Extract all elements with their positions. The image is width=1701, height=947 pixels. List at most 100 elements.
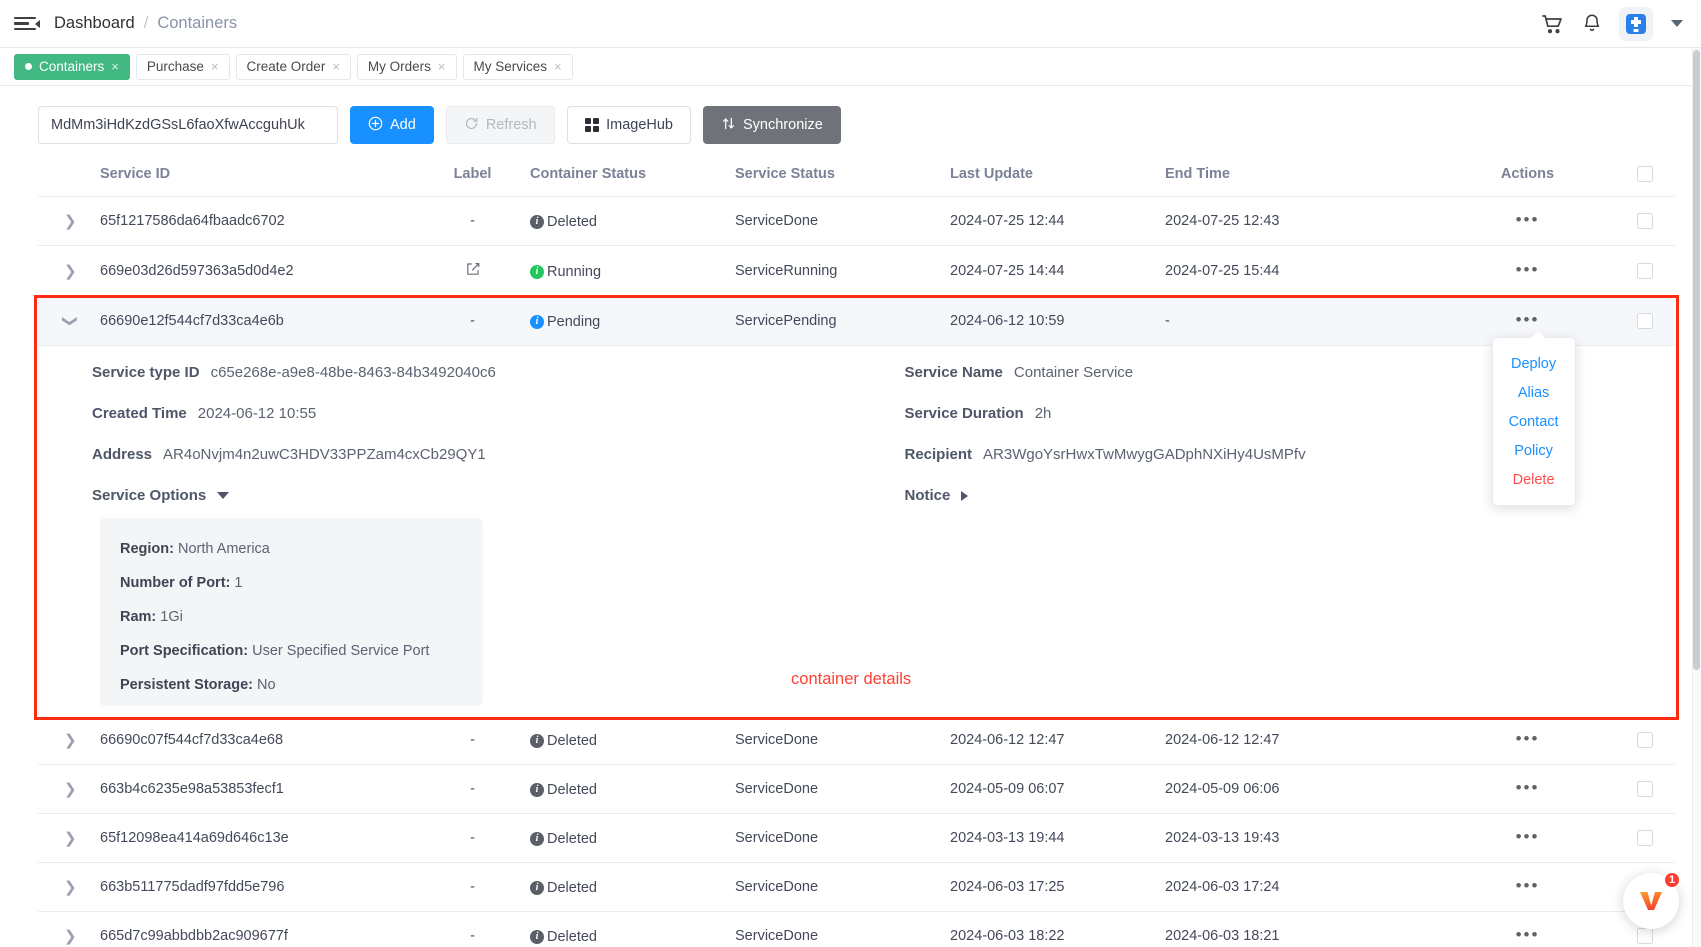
expanded-detail-cell: Service type ID c65e268e-a9e8-48be-8463-8… (38, 346, 1675, 717)
td-service-status: ServiceRunning (735, 245, 950, 298)
breadcrumb-containers[interactable]: Containers (157, 14, 237, 33)
td-service-status: ServiceDone (735, 764, 950, 815)
table-row[interactable]: ❯ 663b4c6235e98a53853fecf1 - i Deleted Servic… (38, 764, 1675, 815)
expand-chevron-icon[interactable]: ❯ (38, 212, 77, 230)
user-avatar-icon[interactable] (1619, 6, 1653, 41)
row-checkbox[interactable] (1637, 313, 1653, 330)
select-all-checkbox[interactable] (1637, 166, 1653, 183)
table-row[interactable]: ❯ 65f12098ea414a69d646c13e - i Deleted Servic… (38, 813, 1675, 864)
scrollbar-thumb[interactable] (1693, 50, 1700, 670)
td-last-update: 2024-07-25 14:44 (950, 245, 1165, 298)
row-checkbox[interactable] (1637, 213, 1653, 230)
td-label: - (415, 764, 530, 815)
td-actions: ••• (1440, 911, 1615, 947)
row-actions-button[interactable]: ••• (1516, 779, 1540, 796)
td-expand: ❯ (38, 296, 100, 347)
search-input[interactable] (38, 106, 338, 144)
dropdown-item-policy[interactable]: Policy (1493, 436, 1575, 465)
notification-bell-icon[interactable] (1581, 12, 1603, 35)
dropdown-item-deploy[interactable]: Deploy (1493, 349, 1575, 378)
td-actions: ••• (1440, 764, 1615, 815)
td-label: - (415, 296, 530, 347)
row-actions-button[interactable]: ••• (1516, 311, 1540, 328)
add-button[interactable]: Add (350, 106, 434, 144)
td-select (1615, 245, 1675, 298)
synchronize-button[interactable]: Synchronize (703, 106, 841, 144)
breadcrumb-separator: / (143, 14, 149, 32)
service-options-toggle[interactable]: Service Options (92, 487, 857, 504)
service-option-key: Port Specification: (120, 643, 249, 660)
expand-chevron-icon[interactable]: ❯ (61, 315, 79, 328)
status-badge: i Running (530, 264, 601, 280)
tab-my-orders[interactable]: My Orders × (356, 53, 457, 80)
table-body: ❯ 65f1217586da64fbaadc6702- i Deleted Servic… (38, 196, 1675, 947)
hamburger-collapse-icon[interactable] (14, 11, 40, 37)
row-actions-button[interactable]: ••• (1516, 261, 1540, 278)
breadcrumb-dashboard[interactable]: Dashboard (54, 14, 135, 33)
table-row[interactable]: ❯ 663b511775dadf97fdd5e796 - i Deleted Servic… (38, 862, 1675, 913)
chevron-down-icon[interactable] (1671, 20, 1683, 27)
sync-arrows-icon (721, 116, 736, 135)
expand-chevron-icon[interactable]: ❯ (38, 731, 77, 749)
row-checkbox[interactable] (1637, 781, 1653, 798)
td-end-time: 2024-06-03 17:24 (1165, 862, 1440, 913)
dropdown-item-delete[interactable]: Delete (1493, 465, 1575, 494)
row-actions-button[interactable]: ••• (1516, 877, 1540, 894)
vertical-scrollbar[interactable] (1692, 48, 1701, 947)
chevron-down-icon[interactable] (217, 492, 230, 500)
imagehub-button[interactable]: ImageHub (566, 106, 691, 144)
row-actions-button[interactable]: ••• (1516, 828, 1540, 845)
expand-chevron-icon[interactable]: ❯ (38, 780, 77, 798)
tab-containers[interactable]: Containers × (14, 53, 130, 80)
th-label: Label (415, 156, 530, 198)
td-expand: ❯ (38, 764, 100, 815)
td-service-id: 665d7c99abbdbb2ac909677f (100, 911, 415, 947)
refresh-button[interactable]: Refresh (445, 106, 555, 144)
td-expand: ❯ (38, 862, 100, 913)
tab-label: Containers (39, 59, 105, 74)
td-last-update: 2024-06-03 17:25 (950, 862, 1165, 913)
expand-chevron-icon[interactable]: ❯ (38, 262, 77, 280)
row-checkbox[interactable] (1637, 928, 1653, 945)
td-last-update: 2024-06-12 12:47 (950, 716, 1165, 766)
td-label: - (415, 911, 530, 947)
tab-close-icon[interactable]: × (554, 60, 562, 73)
service-option-value: North America (178, 541, 270, 558)
row-checkbox[interactable] (1637, 830, 1653, 847)
td-last-update: 2024-07-25 12:44 (950, 196, 1165, 247)
tab-create-order[interactable]: Create Order × (235, 53, 351, 80)
table-row[interactable]: ❯ 65f1217586da64fbaadc6702 - i Deleted Servic… (38, 196, 1675, 247)
row-actions-button[interactable]: ••• (1516, 730, 1540, 747)
row-checkbox[interactable] (1637, 732, 1653, 749)
info-circle-icon: i (530, 734, 544, 749)
td-select (1615, 196, 1675, 247)
detail-label: Service Name (904, 364, 1003, 382)
status-text: Pending (547, 314, 601, 331)
tab-purchase[interactable]: Purchase × (135, 53, 230, 80)
dropdown-item-contact[interactable]: Contact (1493, 407, 1575, 436)
tab-close-icon[interactable]: × (438, 60, 446, 73)
td-label: - (415, 716, 530, 766)
table-row[interactable]: ❯ 669e03d26d597363a5d0d4e2 i Running Service… (38, 245, 1675, 298)
table-row[interactable]: ❯ 66690c07f544cf7d33ca4e68 - i Deleted Servic… (38, 716, 1675, 766)
tab-my-services[interactable]: My Services × (462, 53, 573, 80)
row-checkbox[interactable] (1637, 263, 1653, 280)
tab-close-icon[interactable]: × (211, 60, 219, 73)
shopping-cart-icon[interactable] (1541, 12, 1565, 36)
edit-label-icon[interactable] (465, 261, 481, 281)
td-service-id: 663b4c6235e98a53853fecf1 (100, 764, 415, 815)
dropdown-item-alias[interactable]: Alias (1493, 378, 1575, 407)
table-row[interactable]: ❯ 66690e12f544cf7d33ca4e6b - i Pending Servic… (38, 296, 1675, 347)
expand-chevron-icon[interactable]: ❯ (38, 829, 77, 847)
expand-chevron-icon[interactable]: ❯ (38, 927, 77, 945)
row-actions-button[interactable]: ••• (1516, 211, 1540, 228)
tab-close-icon[interactable]: × (111, 60, 119, 73)
tab-close-icon[interactable]: × (332, 60, 340, 73)
row-actions-button[interactable]: ••• (1516, 926, 1540, 943)
floating-chat-widget[interactable]: 1 (1623, 871, 1681, 929)
info-circle-icon: i (530, 832, 544, 847)
service-option-value: 1 (234, 575, 243, 592)
table-row[interactable]: ❯ 665d7c99abbdbb2ac909677f - i Deleted Servic… (38, 911, 1675, 947)
chevron-right-icon[interactable] (961, 490, 969, 501)
expand-chevron-icon[interactable]: ❯ (38, 878, 77, 896)
